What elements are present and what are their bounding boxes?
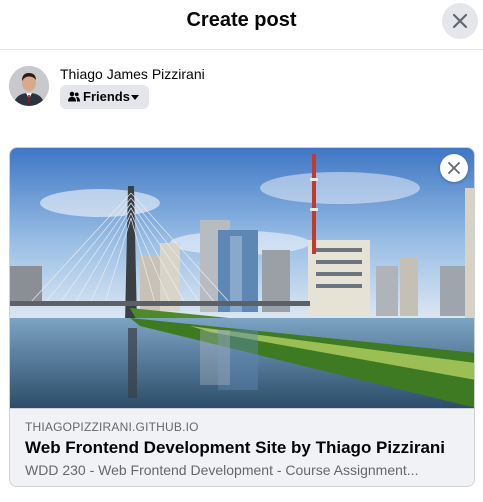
link-preview-meta: THIAGOPIZZIRANI.GITHUB.IO Web Frontend D…	[10, 408, 474, 486]
link-preview-image	[10, 148, 474, 408]
author-name[interactable]: Thiago James Pizzirani	[60, 66, 205, 82]
dialog-title: Create post	[186, 9, 297, 31]
close-dialog-button[interactable]	[442, 3, 478, 39]
post-author: Thiago James Pizzirani Friends	[9, 66, 469, 112]
close-icon	[452, 13, 468, 29]
avatar[interactable]	[9, 66, 49, 106]
remove-preview-button[interactable]	[440, 154, 468, 182]
link-domain: THIAGOPIZZIRANI.GITHUB.IO	[25, 420, 199, 434]
audience-selector-button[interactable]: Friends	[60, 85, 149, 109]
link-preview-card[interactable]: THIAGOPIZZIRANI.GITHUB.IO Web Frontend D…	[9, 147, 475, 487]
people-icon	[68, 91, 80, 102]
close-icon	[448, 162, 460, 174]
caret-down-icon	[131, 95, 139, 100]
audience-label: Friends	[83, 89, 130, 104]
link-description: WDD 230 - Web Frontend Development - Cou…	[25, 462, 419, 478]
link-title: Web Frontend Development Site by Thiago …	[25, 438, 446, 457]
dialog-header: Create post	[0, 0, 483, 50]
